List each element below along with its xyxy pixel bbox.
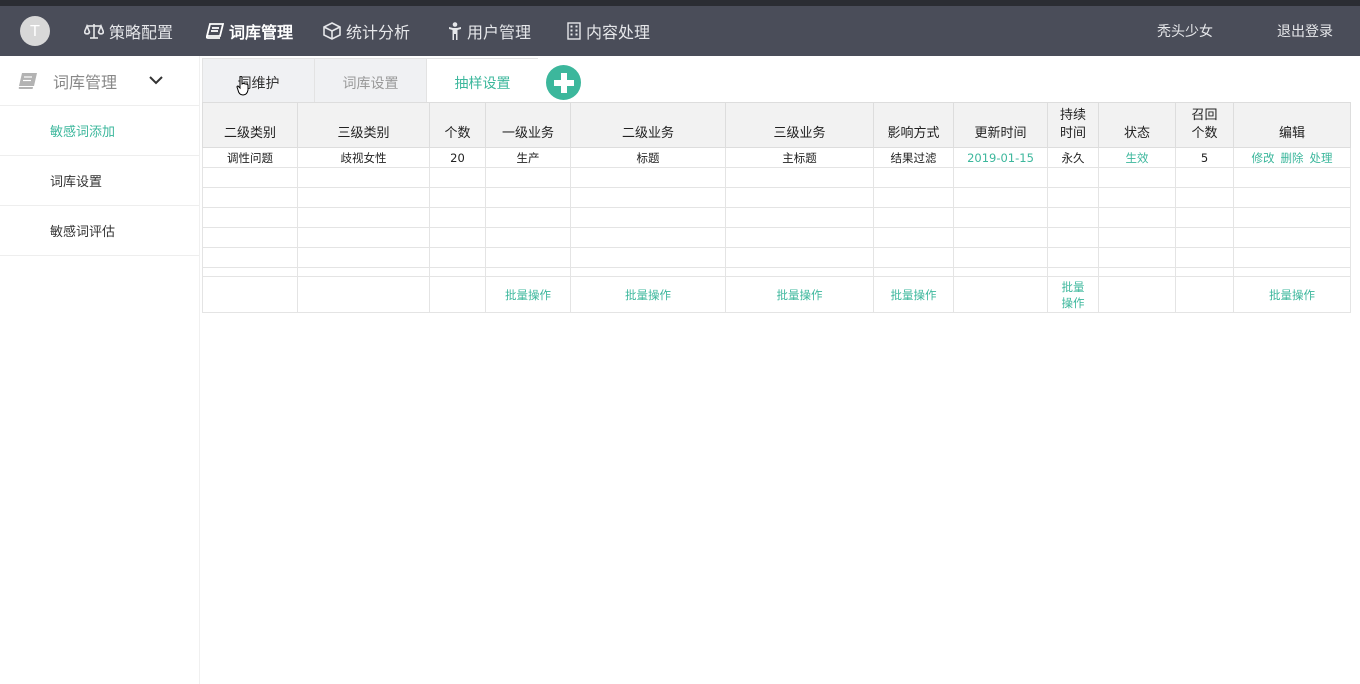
table-row: 调性问题 歧视女性 20 生产 标题 主标题 结果过滤 2019-01-15 永…: [202, 147, 1351, 168]
cell: 5: [1175, 147, 1234, 168]
person-icon: [449, 22, 461, 40]
table-row-empty: [202, 167, 1351, 188]
sidebar-item-label: 词库设置: [50, 175, 103, 190]
batch-op-link[interactable]: 批量 操作: [1062, 280, 1085, 310]
sidebar-title: 词库管理: [53, 72, 118, 92]
cell: 主标题: [725, 147, 874, 168]
tab-lexicon-settings[interactable]: 词库设置: [314, 58, 426, 108]
book-icon: [206, 23, 224, 39]
table-row-empty: [202, 227, 1351, 248]
cell-edit-actions: 修改 删除 处理: [1233, 147, 1351, 168]
cell: 歧视女性: [297, 147, 430, 168]
nav-statistics[interactable]: 统计分析: [323, 6, 410, 56]
edit-link[interactable]: 修改: [1252, 151, 1275, 165]
tab-sampling-settings[interactable]: 抽样设置: [426, 58, 538, 108]
table-row-empty: [202, 267, 1351, 277]
col-header: 编辑: [1233, 102, 1351, 148]
sidebar-item-label: 敏感词评估: [50, 225, 116, 240]
chevron-down-icon[interactable]: [148, 74, 164, 86]
top-navbar: T 策略配置 词库管理 统计分析 用户管理 内容处理 秃头少女 退出登录: [0, 6, 1360, 56]
batch-op-link[interactable]: 批量操作: [1269, 288, 1315, 302]
nav-label: 统计分析: [346, 23, 411, 42]
data-table: 二级类别 三级类别 个数 一级业务 二级业务 三级业务 影响方式 更新时间 持续…: [202, 102, 1351, 313]
col-header: 更新时间: [953, 102, 1048, 148]
cube-icon: [323, 22, 341, 40]
batch-op-link[interactable]: 批量操作: [891, 288, 937, 302]
mouse-cursor-icon: [236, 76, 249, 96]
col-header: 状态: [1098, 102, 1176, 148]
cell: 调性问题: [202, 147, 298, 168]
batch-op-link[interactable]: 批量操作: [625, 288, 671, 302]
nav-label: 内容处理: [586, 23, 651, 42]
building-icon: [567, 22, 581, 40]
avatar[interactable]: T: [20, 16, 50, 46]
nav-lexicon-manage[interactable]: 词库管理: [206, 6, 293, 56]
username[interactable]: 秃头少女: [1157, 6, 1213, 56]
nav-label: 词库管理: [229, 23, 294, 42]
nav-strategy-config[interactable]: 策略配置: [84, 6, 173, 56]
delete-link[interactable]: 删除: [1281, 151, 1304, 165]
col-header: 二级业务: [570, 102, 726, 148]
col-header: 影响方式: [873, 102, 954, 148]
cell-update-time: 2019-01-15: [953, 147, 1048, 168]
table-row-empty: [202, 207, 1351, 228]
cell: 标题: [570, 147, 726, 168]
batch-op-link[interactable]: 批量操作: [777, 288, 823, 302]
cell: 结果过滤: [873, 147, 954, 168]
tab-bar: 词维护 词库设置 抽样设置: [202, 58, 538, 108]
sidebar-item-lexicon-settings[interactable]: 词库设置: [0, 156, 199, 206]
table-row-empty: [202, 247, 1351, 268]
sidebar-item-sensitive-add[interactable]: 敏感词添加: [0, 106, 199, 156]
cell: 生产: [485, 147, 571, 168]
table-header-row: 二级类别 三级类别 个数 一级业务 二级业务 三级业务 影响方式 更新时间 持续…: [202, 102, 1351, 148]
process-link[interactable]: 处理: [1310, 151, 1333, 165]
add-button[interactable]: [546, 65, 581, 100]
logout-link[interactable]: 退出登录: [1277, 6, 1333, 56]
col-header: 一级业务: [485, 102, 571, 148]
sidebar-header[interactable]: 词库管理: [0, 56, 199, 106]
col-header: 三级类别: [297, 102, 430, 148]
nav-user-manage[interactable]: 用户管理: [448, 6, 531, 56]
cell: 20: [429, 147, 486, 168]
col-header: 持续 时间: [1047, 102, 1099, 148]
batch-op-link[interactable]: 批量操作: [505, 288, 551, 302]
table-batch-row: 批量操作 批量操作 批量操作 批量操作 批量 操作 批量操作: [202, 276, 1351, 313]
avatar-letter: T: [30, 22, 40, 40]
book-icon: [18, 73, 37, 89]
tab-word-maintain[interactable]: 词维护: [202, 58, 314, 108]
nav-label: 用户管理: [467, 23, 532, 42]
nav-label: 策略配置: [109, 23, 174, 42]
tab-label: 词库设置: [342, 76, 399, 92]
col-header: 召回 个数: [1175, 102, 1234, 148]
plus-icon: [553, 72, 574, 93]
tab-label: 抽样设置: [454, 76, 511, 92]
col-header: 二级类别: [202, 102, 298, 148]
sidebar-item-label: 敏感词添加: [50, 125, 116, 140]
col-header: 三级业务: [725, 102, 874, 148]
sidebar: 词库管理 敏感词添加 词库设置 敏感词评估: [0, 56, 200, 684]
sidebar-item-sensitive-eval[interactable]: 敏感词评估: [0, 206, 199, 256]
nav-content-process[interactable]: 内容处理: [567, 6, 650, 56]
status-badge[interactable]: 生效: [1098, 147, 1176, 168]
table-row-empty: [202, 187, 1351, 208]
col-header: 个数: [429, 102, 486, 148]
scale-icon: [84, 23, 104, 39]
cell: 永久: [1047, 147, 1099, 168]
